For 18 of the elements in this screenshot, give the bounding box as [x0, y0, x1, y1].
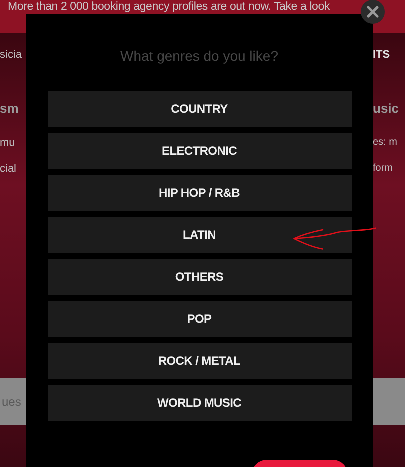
genre-option[interactable]: LATIN: [48, 217, 352, 253]
background-text: mu: [0, 137, 16, 151]
genre-option[interactable]: HIP HOP / R&B: [48, 175, 352, 211]
genre-option[interactable]: ELECTRONIC: [48, 133, 352, 169]
background-text: form: [373, 163, 393, 174]
genre-option[interactable]: OTHERS: [48, 259, 352, 295]
dialog-title: What genres do you like?: [120, 48, 278, 64]
background-text: es: m: [373, 137, 398, 150]
genre-option[interactable]: WORLD MUSIC: [48, 385, 352, 421]
background-text: ITS: [373, 49, 390, 63]
background-text: sicia: [0, 49, 24, 63]
close-icon[interactable]: [361, 0, 385, 24]
background-text: sm: [0, 101, 20, 118]
genre-option[interactable]: ROCK / METAL: [48, 343, 352, 379]
genre-option[interactable]: COUNTRY: [48, 91, 352, 127]
background-text: cial: [0, 163, 18, 175]
background-text: usic: [373, 101, 400, 118]
genre-option[interactable]: POP: [48, 301, 352, 337]
